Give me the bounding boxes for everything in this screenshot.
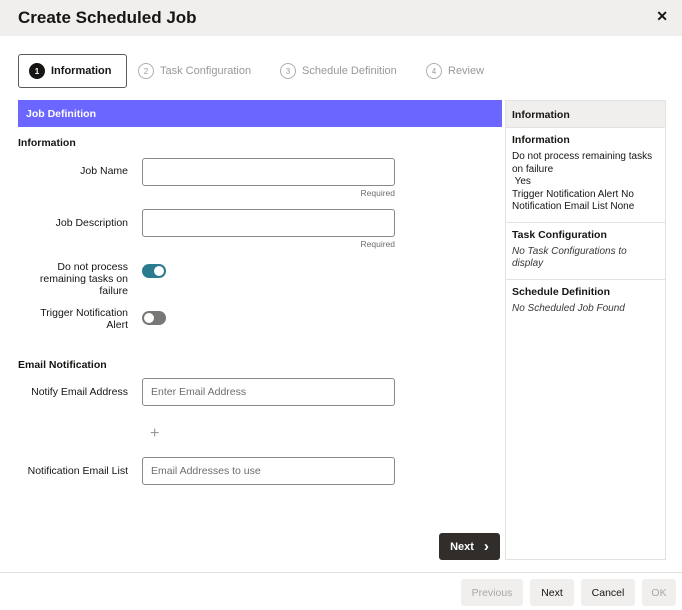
trigger-alert-toggle[interactable] [142, 311, 166, 325]
step-task-configuration[interactable]: 2 Task Configuration [128, 54, 261, 88]
summary-info-line: Notification Email List None [512, 201, 635, 212]
notify-email-label: Notify Email Address [31, 386, 128, 398]
trigger-alert-label: Trigger Notification Alert [40, 307, 128, 331]
information-heading: Information [18, 137, 76, 149]
ok-button[interactable]: OK [642, 579, 676, 606]
step-label: Schedule Definition [302, 65, 397, 77]
summary-task-title: Task Configuration [512, 228, 607, 241]
summary-information-title: Information [512, 134, 570, 146]
summary-info-line: Do not process remaining tasks on failur… [512, 151, 653, 175]
summary-schedule-title: Schedule Definition [512, 285, 611, 298]
email-list-input[interactable]: Email Addresses to use [142, 457, 395, 485]
summary-task-text: No Task Configurations to display [512, 245, 627, 270]
step-number: 1 [29, 63, 45, 79]
toggle-knob [144, 313, 154, 323]
next-step-label: Next [450, 540, 474, 553]
section-title-bar: Job Definition [18, 100, 502, 127]
summary-information-section: Information Do not process remaining tas… [506, 128, 665, 223]
dialog-title: Create Scheduled Job [18, 8, 197, 27]
summary-panel: Information Information Do not process r… [505, 100, 666, 560]
step-number: 4 [426, 63, 442, 79]
step-information[interactable]: 1 Information [18, 54, 127, 88]
footer-next-button[interactable]: Next [530, 579, 574, 606]
previous-button[interactable]: Previous [461, 579, 523, 606]
wizard-steps: 1 Information 2 Task Configuration 3 Sch… [18, 54, 666, 90]
step-number: 2 [138, 63, 154, 79]
job-name-required: Required [360, 188, 396, 198]
email-list-label: Notification Email List [27, 465, 128, 477]
summary-info-line: Trigger Notification Alert No [512, 188, 634, 200]
step-review[interactable]: 4 Review [416, 54, 494, 88]
step-label: Task Configuration [160, 65, 252, 77]
chevron-right-icon: › [483, 538, 489, 555]
job-description-label: Job Description [55, 217, 128, 229]
email-notification-heading: Email Notification [18, 359, 107, 371]
toggle-knob [154, 266, 164, 276]
summary-task-section: Task Configuration No Task Configuration… [506, 223, 665, 280]
close-icon[interactable]: ✕ [656, 8, 668, 25]
job-name-label: Job Name [80, 165, 128, 177]
job-name-input[interactable] [142, 158, 395, 186]
step-label: Review [448, 65, 485, 77]
job-description-required: Required [360, 239, 396, 249]
dont-process-toggle[interactable] [142, 264, 166, 278]
step-number: 3 [280, 63, 296, 79]
cancel-button[interactable]: Cancel [581, 579, 635, 606]
summary-schedule-section: Schedule Definition No Scheduled Job Fou… [506, 280, 665, 324]
summary-header: Information [506, 101, 665, 128]
dialog-header: Create Scheduled Job ✕ [0, 0, 682, 36]
step-schedule-definition[interactable]: 3 Schedule Definition [270, 54, 407, 88]
next-step-button[interactable]: Next › [439, 533, 500, 560]
dont-process-label: Do not process remaining tasks on failur… [39, 261, 128, 297]
add-email-icon[interactable]: + [150, 425, 159, 443]
job-description-input[interactable] [142, 209, 395, 237]
dialog-footer: Previous Next Cancel OK [0, 572, 682, 610]
notify-email-input[interactable]: Enter Email Address [142, 378, 395, 406]
step-label: Information [51, 65, 112, 77]
summary-schedule-text: No Scheduled Job Found [512, 302, 625, 314]
form-panel: Job Definition [18, 100, 502, 127]
summary-info-line: Yes [512, 176, 531, 187]
